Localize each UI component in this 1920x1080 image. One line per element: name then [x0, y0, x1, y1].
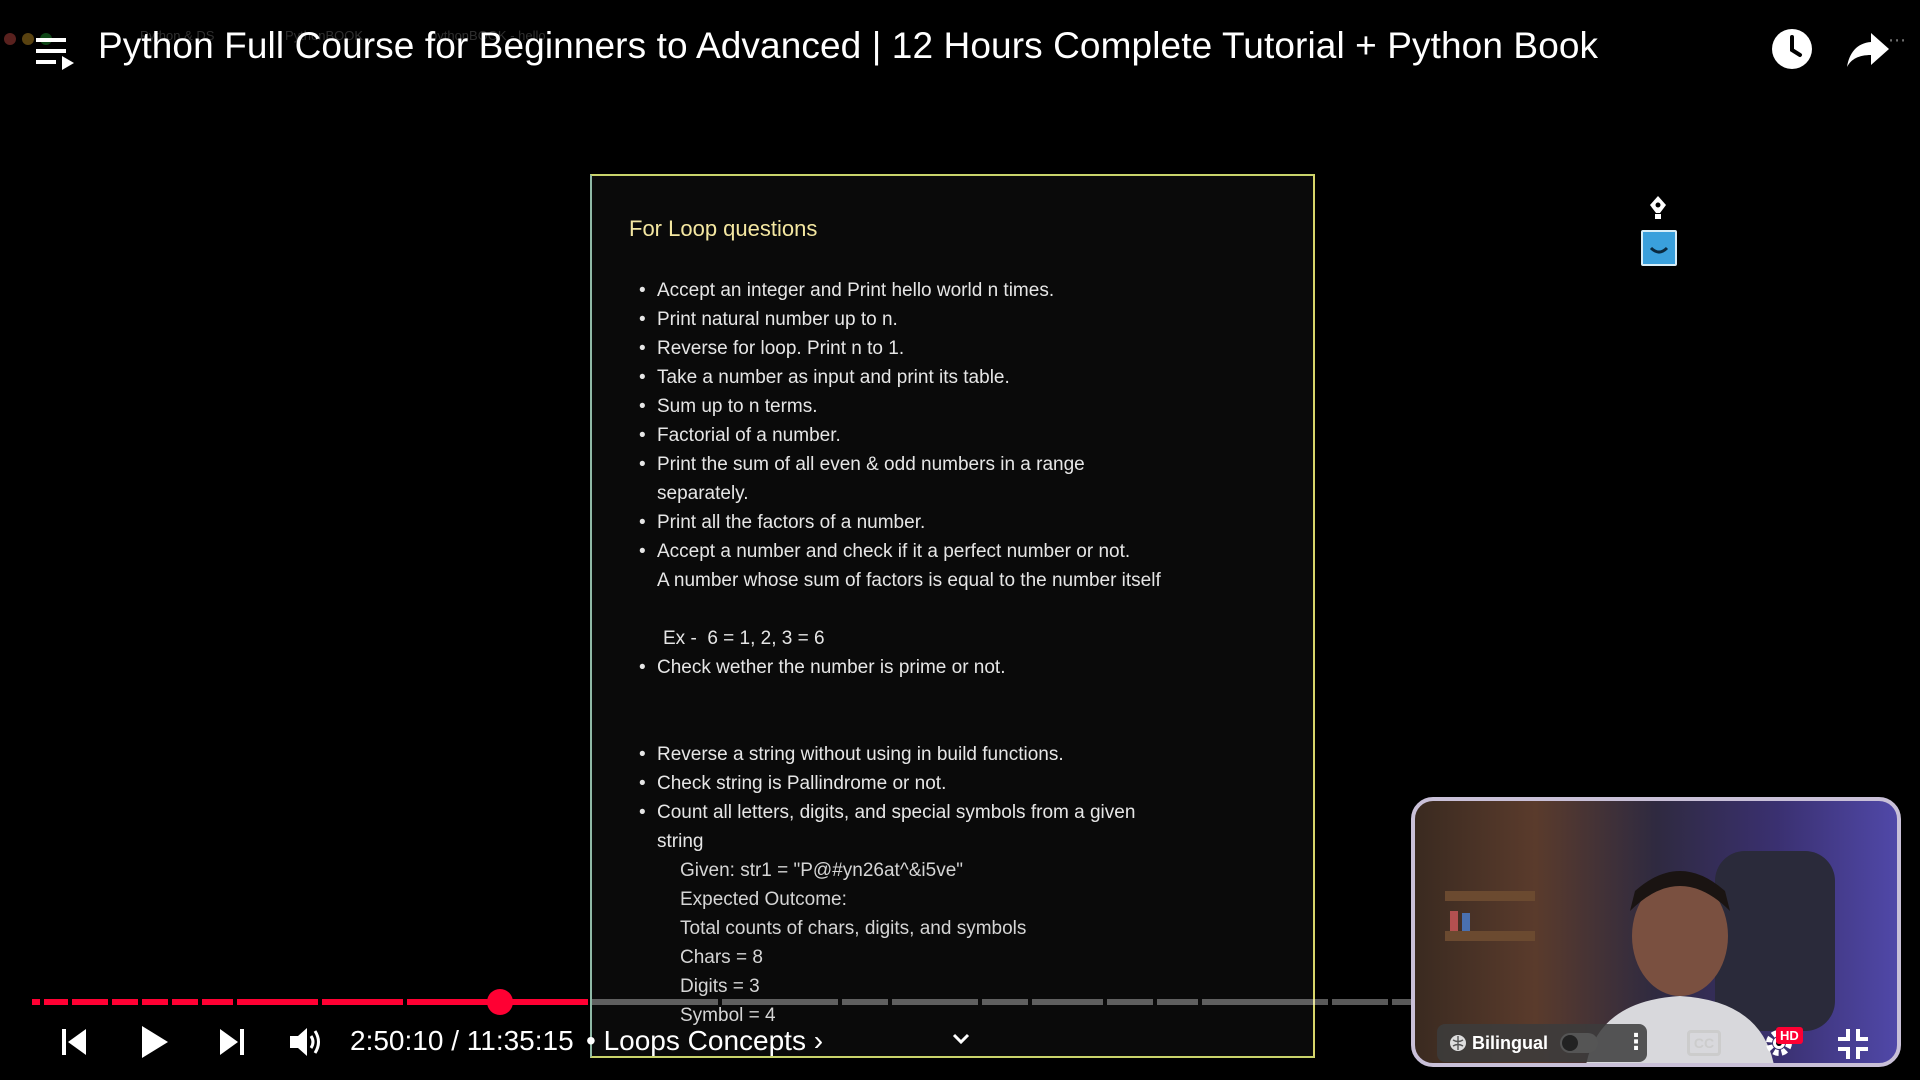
progress-segment[interactable]	[72, 999, 108, 1005]
list-item: • Sum up to n terms.	[639, 396, 818, 417]
example-line: Digits = 3	[680, 976, 760, 997]
progress-segment[interactable]	[1032, 999, 1103, 1005]
hd-badge: HD	[1776, 1027, 1803, 1044]
list-item: • Accept a number and check if it a perfe…	[639, 541, 1131, 562]
toggle-knob	[1562, 1035, 1578, 1051]
list-item: • Factorial of a number.	[639, 425, 841, 446]
progress-segment[interactable]	[842, 999, 888, 1005]
progress-segment[interactable]	[1202, 999, 1328, 1005]
progress-segment[interactable]	[44, 999, 68, 1005]
document-heading: For Loop questions	[629, 216, 818, 241]
progress-segment[interactable]	[112, 999, 138, 1005]
volume-icon[interactable]	[288, 1025, 324, 1059]
list-item-continuation: string	[657, 831, 704, 852]
playlist-menu-icon[interactable]	[36, 34, 78, 72]
chevron-down-icon[interactable]	[950, 1028, 972, 1050]
example-line: Chars = 8	[680, 947, 763, 968]
progress-segment[interactable]	[237, 999, 318, 1005]
progress-segment[interactable]	[32, 999, 40, 1005]
bilingual-label: Bilingual	[1472, 1033, 1548, 1053]
list-item: • Reverse a string without using in build…	[639, 744, 1064, 765]
list-item: • Accept an integer and Print hello world…	[639, 280, 1055, 301]
list-item: • Print all the factors of a number.	[639, 512, 926, 533]
progress-segment[interactable]	[322, 999, 403, 1005]
progress-segment[interactable]	[1157, 999, 1198, 1005]
progress-segment[interactable]	[982, 999, 1028, 1005]
kebab-menu-icon[interactable]: ⋮	[1625, 1029, 1647, 1055]
example-line: Given: str1 = "P@#yn26at^&i5ve"	[680, 860, 964, 881]
list-item: • Reverse for loop. Print n to 1.	[639, 338, 905, 359]
close-window-dot	[4, 33, 16, 45]
app-logo-icon[interactable]	[1641, 230, 1677, 266]
list-item-continuation: separately.	[657, 483, 749, 504]
exit-fullscreen-icon[interactable]	[1836, 1027, 1870, 1061]
example-line: Ex - 6 = 1, 2, 3 = 6	[663, 628, 825, 649]
progress-scrubber[interactable]	[487, 989, 513, 1015]
more-options-icon[interactable]: ⋯	[1888, 30, 1906, 51]
previous-icon[interactable]	[60, 1027, 88, 1057]
progress-segment[interactable]	[722, 999, 838, 1005]
list-item: • Check wether the number is prime or not…	[639, 657, 1006, 678]
video-title[interactable]: Python Full Course for Beginners to Adva…	[98, 25, 1598, 67]
list-item-continuation: A number whose sum of factors is equal t…	[657, 570, 1161, 591]
example-line: Symbol = 4	[680, 1005, 776, 1026]
next-icon[interactable]	[218, 1027, 246, 1057]
progress-segment[interactable]	[202, 999, 233, 1005]
list-item: • Count all letters, digits, and special …	[639, 802, 1136, 823]
brain-icon	[1450, 1035, 1466, 1051]
progress-segment[interactable]	[1107, 999, 1153, 1005]
example-line: Expected Outcome:	[680, 889, 847, 910]
smile-icon	[1649, 246, 1669, 254]
progress-segment[interactable]	[172, 999, 198, 1005]
progress-segment[interactable]	[142, 999, 168, 1005]
progress-segment[interactable]	[592, 999, 718, 1005]
list-item: • Print natural number up to n.	[639, 309, 898, 330]
subtitles-button[interactable]: CC	[1687, 1030, 1721, 1056]
example-line: Total counts of chars, digits, and symbo…	[680, 918, 1027, 939]
time-display: 2:50:10 / 11:35:15	[350, 1025, 574, 1056]
share-icon[interactable]	[1845, 27, 1891, 71]
document-slide: For Loop questions • Accept an integer an…	[590, 174, 1315, 1058]
minimize-window-dot	[22, 33, 34, 45]
clock-icon[interactable]	[1770, 27, 1814, 71]
chapter-title[interactable]: • Loops Concepts ›	[586, 1025, 823, 1057]
play-icon[interactable]	[140, 1025, 170, 1059]
list-item: • Take a number as input and print its ta…	[639, 367, 1010, 388]
list-item: • Print the sum of all even & odd numbers…	[639, 454, 1085, 475]
progress-segment[interactable]	[1332, 999, 1388, 1005]
list-item: • Check string is Pallindrome or not.	[639, 773, 947, 794]
progress-segment[interactable]	[892, 999, 978, 1005]
pen-tool-icon[interactable]	[1646, 195, 1670, 221]
